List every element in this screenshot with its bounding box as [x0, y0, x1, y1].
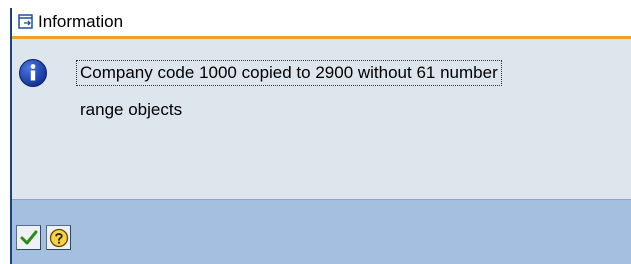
info-icon [18, 58, 48, 88]
dialog-titlebar: Information [12, 8, 631, 36]
information-dialog: Information Company code 1000 copied to … [10, 8, 631, 264]
help-button[interactable] [46, 225, 71, 250]
message-text-line-1: Company code 1000 copied to 2900 without… [76, 60, 502, 86]
dialog-toolbar [12, 199, 631, 264]
message-text-line-2: range objects [80, 100, 183, 119]
continue-button[interactable] [16, 225, 41, 250]
dialog-title: Information [38, 12, 124, 31]
message-area: Company code 1000 copied to 2900 without… [12, 39, 631, 199]
window-icon [18, 14, 34, 30]
